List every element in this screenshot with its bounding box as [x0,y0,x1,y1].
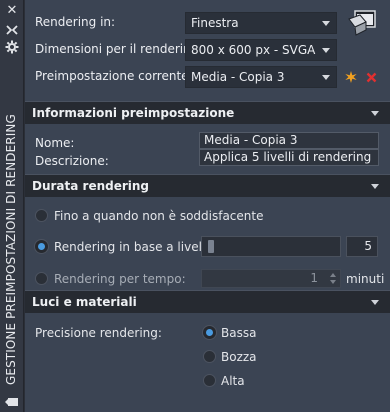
chevron-down-icon [322,75,330,80]
precision-draft-label: Bozza [221,350,257,364]
section-lights-materials-body: Precisione rendering: Bassa Bozza Alta [25,313,390,412]
radio-render-by-level[interactable] [35,240,48,253]
radio-render-by-time[interactable] [35,272,48,285]
radio-precision-draft[interactable] [203,350,216,363]
section-title: Informazioni preimpostazione [32,106,235,120]
preset-name-field[interactable]: Media - Copia 3 [199,132,379,149]
render-in-value: Finestra [191,16,239,30]
radio-until-satisfactory[interactable] [35,209,48,222]
render-size-select[interactable]: 800 x 600 px - SVGA [185,39,337,61]
top-settings: Rendering in: Finestra Dimensioni per il… [25,0,390,99]
precision-low-label: Bassa [221,326,257,340]
render-preset-panel: Rendering in: Finestra Dimensioni per il… [25,0,390,412]
render-by-time-label: Rendering per tempo: [54,272,186,286]
time-value: 1 [310,271,318,285]
palette-titlebar: ✕ GESTIONE PREIMPOSTAZIONI DI RENDERING [0,0,24,412]
section-title: Luci e materiali [32,295,137,309]
chevron-down-icon [322,21,330,26]
chevron-down-icon [322,48,330,53]
radio-precision-high[interactable] [203,374,216,387]
section-duration-body: Fino a quando non è soddisfacente Render… [25,197,390,290]
preset-description-field[interactable]: Applica 5 livelli di rendering [199,149,379,166]
radio-precision-low[interactable] [203,326,216,339]
until-satisfactory-label: Fino a quando non è soddisfacente [54,209,264,223]
current-preset-select[interactable]: Media - Copia 3 [185,66,337,88]
render-window-icon[interactable] [347,9,377,37]
collapse-arrow-icon[interactable] [371,111,379,116]
precision-high-label: Alta [221,374,245,388]
new-preset-icon[interactable] [345,71,357,83]
autohide-icon[interactable] [4,24,20,38]
render-size-value: 800 x 600 px - SVGA [191,43,316,57]
spin-up-icon[interactable] [330,273,336,277]
section-title: Durata rendering [32,179,150,193]
precision-label: Precisione rendering: [35,326,162,340]
level-slider[interactable] [201,236,341,257]
render-by-level-label: Rendering in base a livello: [54,240,217,254]
render-in-select[interactable]: Finestra [185,12,337,34]
level-value-field[interactable]: 5 [346,236,378,257]
section-preset-info-body: Nome: Media - Copia 3 Descrizione: Appli… [25,124,390,174]
palette-menu-icon[interactable] [5,396,19,408]
collapse-arrow-icon[interactable] [371,300,379,305]
render-size-label: Dimensioni per il rendering: [35,42,203,56]
name-label: Nome: [35,136,75,150]
time-spinbox[interactable]: 1 [201,269,341,288]
current-preset-label: Preimpostazione corrente: [35,69,193,83]
close-icon[interactable]: ✕ [4,4,20,18]
section-lights-materials-header[interactable]: Luci e materiali [25,290,390,313]
description-label: Descrizione: [35,154,109,168]
time-unit-label: minuti [346,272,385,286]
collapse-arrow-icon[interactable] [371,184,379,189]
palette-title: GESTIONE PREIMPOSTAZIONI DI RENDERING [4,114,18,385]
current-preset-value: Media - Copia 3 [191,70,285,84]
render-in-label: Rendering in: [35,15,116,29]
properties-gear-icon[interactable] [4,40,20,54]
delete-preset-icon[interactable] [366,72,377,83]
spin-down-icon[interactable] [330,280,336,284]
section-preset-info-header[interactable]: Informazioni preimpostazione [25,101,390,124]
section-duration-header[interactable]: Durata rendering [25,174,390,197]
slider-thumb[interactable] [208,240,214,253]
